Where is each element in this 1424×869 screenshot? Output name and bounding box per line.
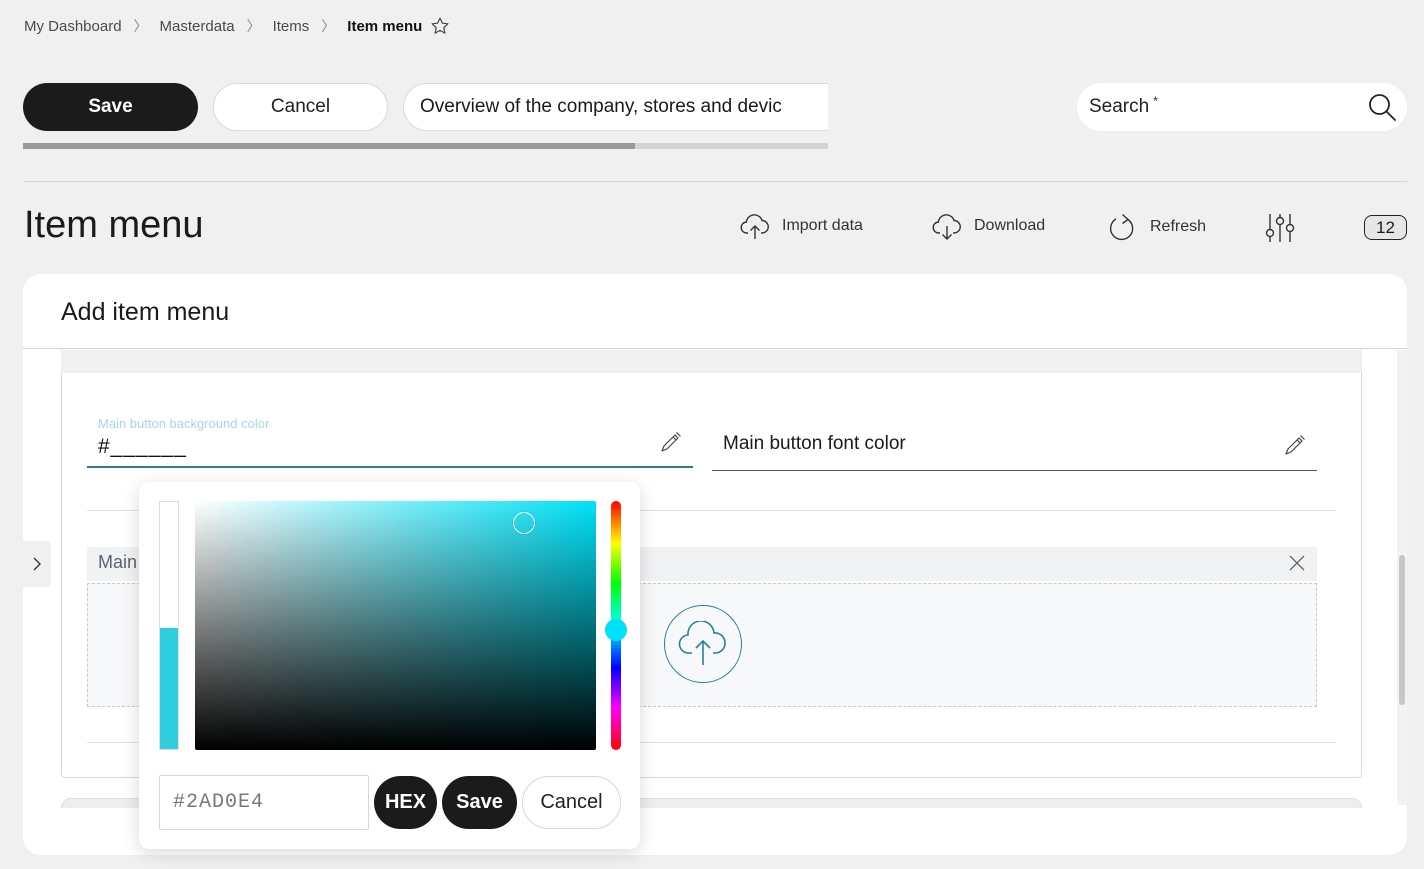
required-mark: * (1153, 94, 1158, 108)
breadcrumb-separator: 〉 (321, 18, 336, 34)
alpha-fill (160, 627, 178, 749)
upload-button[interactable] (664, 605, 742, 683)
vertical-scrollbar[interactable] (1397, 350, 1407, 805)
eyedropper-icon[interactable] (659, 430, 683, 454)
saturation-brightness-area[interactable] (195, 501, 596, 750)
cancel-button[interactable]: Cancel (213, 83, 388, 131)
side-panel-toggle[interactable] (23, 541, 51, 587)
description-field[interactable]: Overview of the company, stores and devi… (403, 83, 828, 131)
breadcrumb-item-items[interactable]: Items (273, 18, 310, 35)
breadcrumb: My Dashboard 〉 Masterdata 〉 Items 〉 Item… (24, 16, 450, 36)
progress-fill (23, 143, 635, 149)
search-icon[interactable] (1367, 92, 1397, 122)
progress-bar (23, 143, 828, 149)
search-input[interactable]: Search * (1077, 83, 1407, 131)
breadcrumb-separator: 〉 (133, 18, 148, 34)
card-title: Add item menu (61, 298, 230, 326)
saturation-handle[interactable] (512, 512, 535, 535)
form-panel-strip (61, 350, 1362, 373)
download-button[interactable]: Download (932, 211, 1045, 241)
download-label: Download (974, 217, 1046, 234)
scrollbar-thumb[interactable] (1399, 555, 1405, 705)
page-title: Item menu (24, 204, 204, 246)
bg-color-input[interactable]: #______ (98, 435, 187, 459)
cloud-upload-icon (740, 214, 769, 239)
count-badge[interactable]: 12 (1364, 215, 1407, 240)
picker-cancel-button[interactable]: Cancel (522, 776, 621, 829)
breadcrumb-item-dashboard[interactable]: My Dashboard (24, 18, 122, 35)
bg-color-label: Main button background color (98, 416, 270, 431)
header-divider (23, 181, 1407, 182)
save-button[interactable]: Save (23, 83, 198, 131)
refresh-label: Refresh (1150, 218, 1207, 235)
picker-save-button[interactable]: Save (442, 776, 517, 829)
breadcrumb-current: Item menu (347, 17, 423, 35)
refresh-icon (1109, 213, 1134, 241)
close-icon[interactable] (1287, 553, 1307, 573)
search-label: Search (1089, 96, 1150, 117)
card-header: Add item menu (23, 274, 1407, 349)
import-data-button[interactable]: Import data (740, 211, 863, 241)
filter-settings-icon[interactable] (1264, 212, 1296, 244)
font-color-label: Main button font color (723, 433, 906, 454)
bg-color-field[interactable]: Main button background color #______ (87, 408, 693, 468)
breadcrumb-item-masterdata[interactable]: Masterdata (160, 18, 235, 35)
refresh-button[interactable]: Refresh (1108, 211, 1206, 243)
hex-mode-button[interactable]: HEX (374, 776, 437, 829)
favorite-star-icon[interactable] (430, 16, 450, 36)
upload-label: Main (98, 552, 138, 572)
alpha-slider[interactable] (159, 501, 179, 750)
import-data-label: Import data (782, 217, 863, 234)
hex-value-input[interactable]: #2AD0E4 (159, 775, 369, 830)
cloud-upload-icon (678, 621, 726, 665)
color-picker-popup: #2AD0E4 HEX Save Cancel (139, 482, 640, 849)
hue-handle[interactable] (605, 619, 627, 642)
chevron-right-icon (33, 557, 41, 571)
font-color-field[interactable]: Main button font color (712, 411, 1317, 471)
eyedropper-icon[interactable] (1283, 433, 1307, 457)
cloud-download-icon (932, 214, 961, 240)
breadcrumb-separator: 〉 (246, 18, 261, 34)
